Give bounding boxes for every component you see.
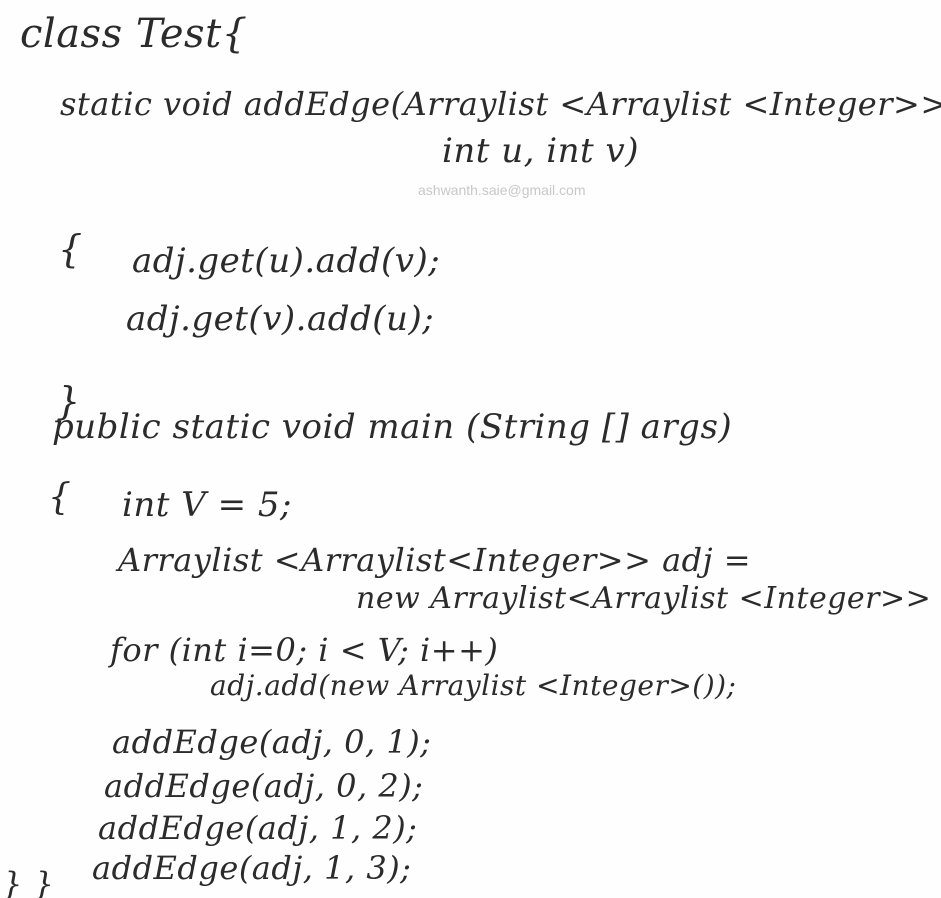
code-line: Arraylist <Arraylist<Integer>> adj = (118, 541, 752, 579)
code-line: public static void main (String [] args) (52, 407, 733, 447)
code-line: class Test{ (20, 11, 248, 57)
code-line: { (48, 477, 72, 518)
code-line: for (int i=0; i < V; i++) (110, 631, 499, 669)
code-line: { (58, 227, 83, 271)
code-line: adj.get(v).add(u); (126, 299, 435, 339)
code-line: int u, int v) (442, 131, 639, 171)
code-line: addEdge(adj, 0, 1); (112, 723, 432, 761)
code-line: addEdge(adj, 1, 2); (98, 809, 418, 847)
code-line: int V = 5; (122, 485, 292, 525)
code-line: addEdge(adj, 1, 3); (92, 849, 412, 887)
code-line: adj.get(u).add(v); (132, 241, 441, 281)
email-watermark: ashwanth.saie@gmail.com (418, 182, 586, 198)
code-line: new Arraylist<Arraylist <Integer>> (V); (356, 581, 941, 616)
handwritten-page: ashwanth.saie@gmail.com class Test{ stat… (0, 0, 941, 898)
code-line: static void addEdge(Arraylist <Arraylist… (60, 85, 941, 123)
code-line: adj.add(new Arraylist <Integer>()); (210, 669, 737, 702)
code-line: addEdge(adj, 0, 2); (104, 767, 424, 805)
code-line: } } (2, 865, 55, 898)
